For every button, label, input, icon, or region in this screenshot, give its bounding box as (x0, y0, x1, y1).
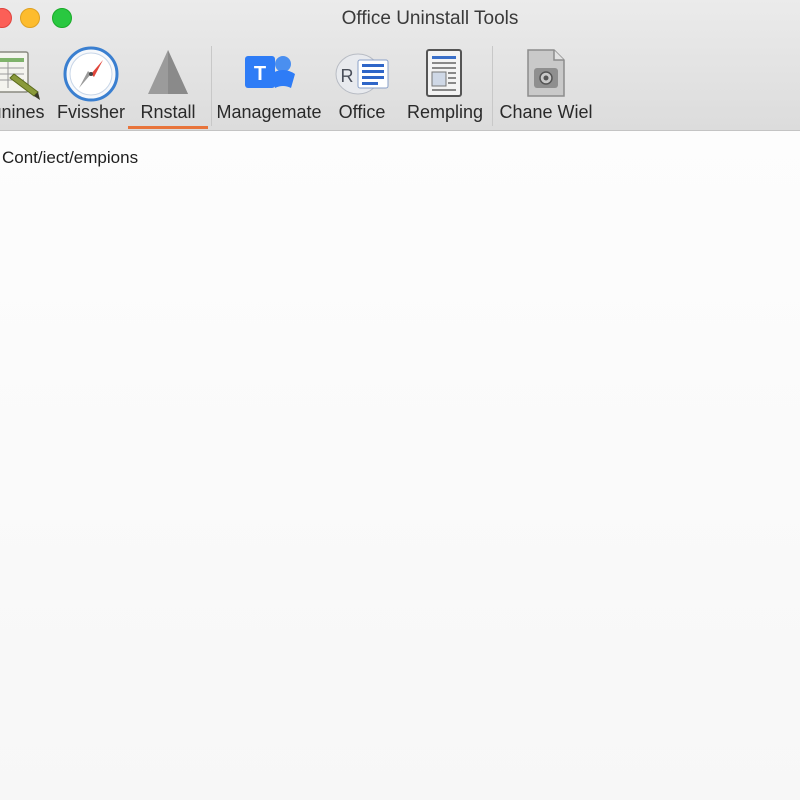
app-window: Office Uninstall Tools unines (0, 0, 800, 800)
toolbar: Office Uninstall Tools unines (0, 0, 800, 131)
toolbar-item-managemate[interactable]: T Managemate (216, 44, 322, 130)
toolbar-item-label: Office (338, 102, 386, 122)
toolbar-divider (211, 46, 212, 126)
svg-text:R: R (341, 66, 354, 86)
toolbar-item-chane-wiel[interactable]: Chane Wiel (498, 44, 594, 130)
main-content (0, 131, 800, 800)
teams-icon: T (245, 56, 295, 88)
toolbar-item-rempling[interactable]: Rempling (404, 44, 486, 130)
toolbar-item-label: Chane Wiel (499, 102, 593, 122)
toolbar-item-label: Managemate (216, 102, 322, 122)
spreadsheet-pencil-icon (0, 51, 40, 100)
toolbar-item-label: Rempling (406, 102, 484, 122)
toolbar-item-unines[interactable]: unines (0, 44, 48, 130)
toolbar-divider (492, 46, 493, 126)
toolbar-item-fvissher[interactable]: Fvissher (54, 44, 128, 130)
zoom-window-button[interactable] (52, 8, 72, 28)
close-window-button[interactable] (0, 8, 12, 28)
section-title: Cont/iect/empions (2, 148, 139, 167)
window-title: Office Uninstall Tools (341, 8, 519, 29)
svg-text:T: T (254, 63, 266, 85)
document-pages-icon (426, 49, 462, 97)
toolbar-item-office[interactable]: R Office (330, 44, 394, 130)
triangle-icon (148, 50, 188, 94)
office-document-icon: R (335, 53, 389, 95)
toolbar-item-label: Rnstall (140, 102, 196, 122)
toolbar-item-label: Fvissher (56, 102, 125, 122)
toolbar-item-label: unines (0, 102, 45, 122)
toolbar-item-rnstall[interactable]: Rnstall (128, 44, 208, 130)
compass-icon (63, 46, 119, 102)
file-gear-icon (527, 49, 565, 97)
minimize-window-button[interactable] (20, 8, 40, 28)
